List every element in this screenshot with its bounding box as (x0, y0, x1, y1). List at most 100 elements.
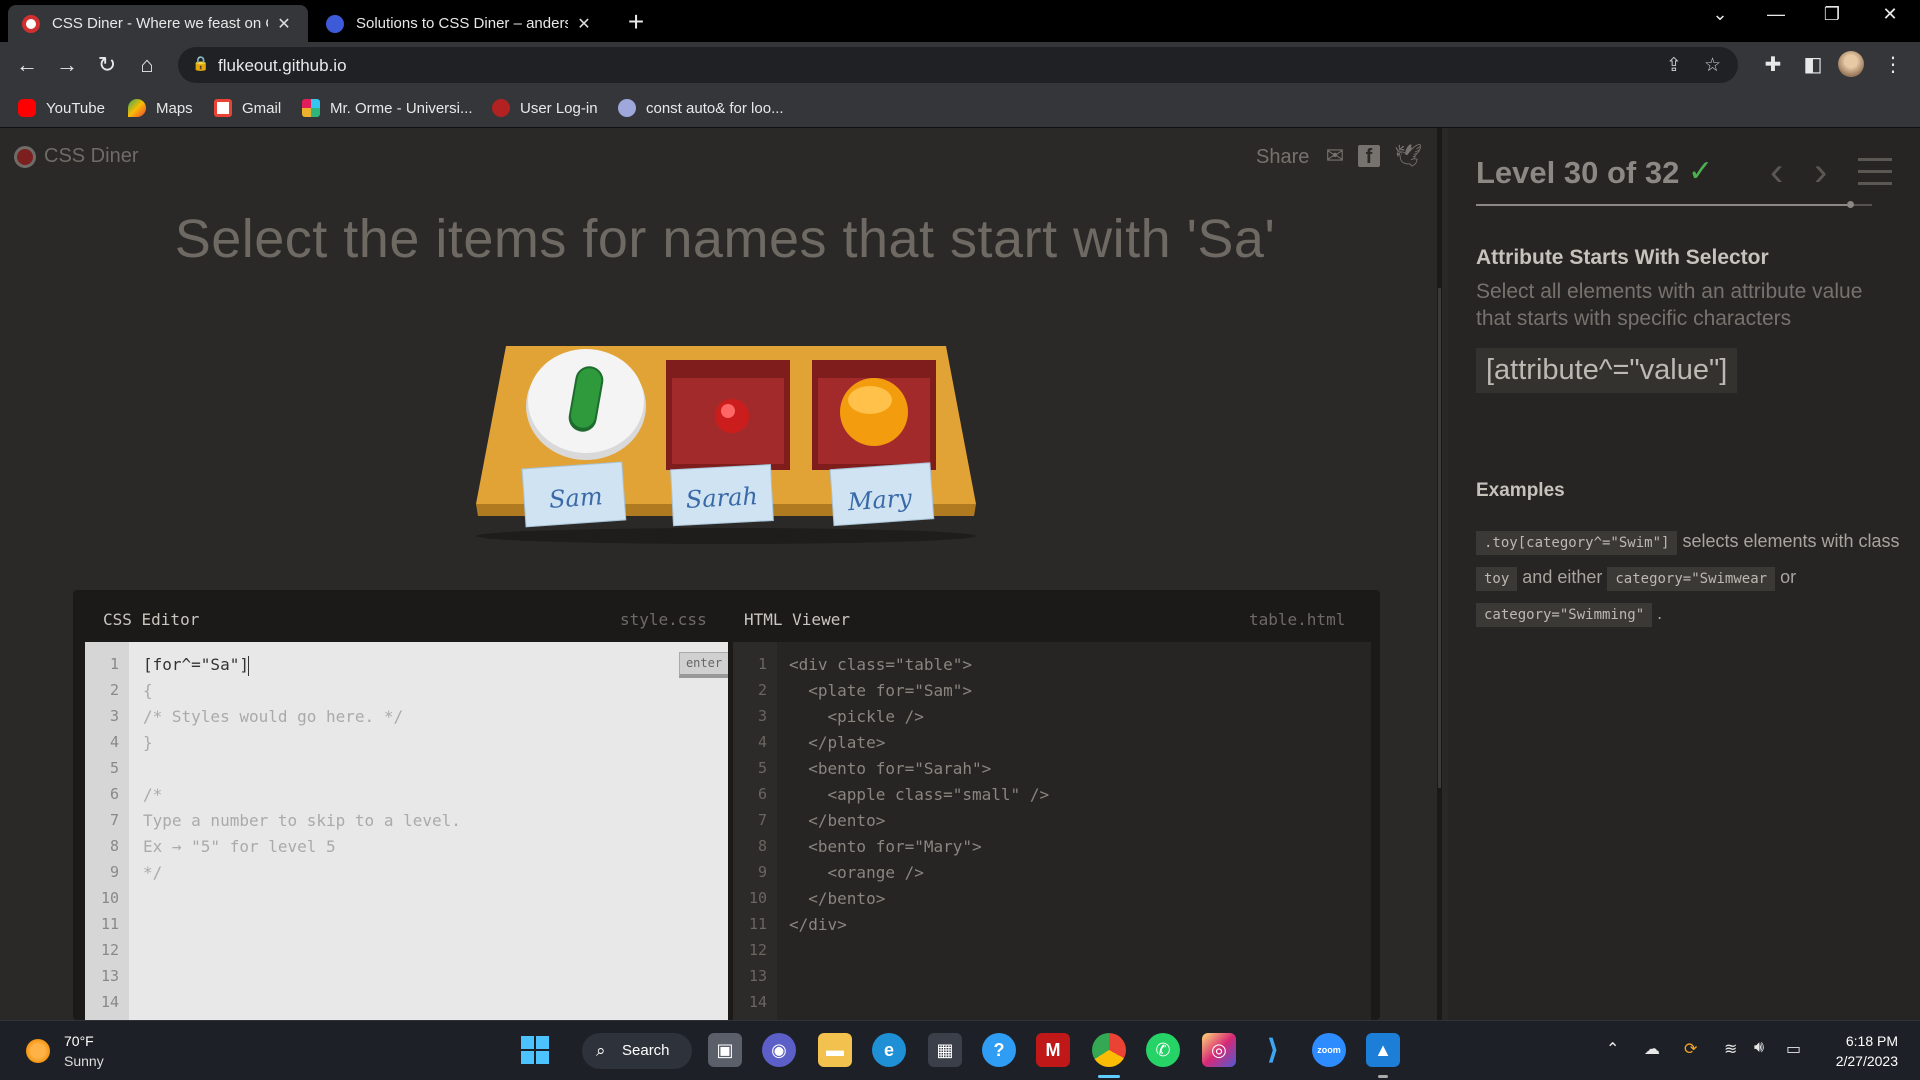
chrome-icon[interactable] (1092, 1033, 1126, 1067)
clock-date[interactable]: 2/27/2023 (1826, 1053, 1898, 1069)
tab-solutions[interactable]: Solutions to CSS Diner – andersje ✕ (312, 5, 608, 42)
panel-divider[interactable] (1437, 128, 1442, 1020)
vscode-icon[interactable]: ⟩ (1256, 1033, 1290, 1067)
show-hidden-icons-chevron[interactable]: ⌃ (1606, 1039, 1619, 1059)
html-code-line[interactable]: </div> (789, 915, 847, 934)
window-close-icon[interactable]: ✕ (1870, 4, 1910, 25)
microsoft-store-icon[interactable]: ▦ (928, 1033, 962, 1067)
bookmark-const-auto[interactable]: const auto& for loo... (618, 96, 784, 120)
html-code-line[interactable]: </plate> (789, 733, 885, 752)
restore-icon[interactable]: ❐ (1812, 4, 1852, 25)
bookmark-youtube[interactable]: YouTube (18, 96, 105, 120)
battery-icon[interactable]: ▭ (1786, 1039, 1801, 1059)
html-code-line[interactable]: </bento> (789, 889, 885, 908)
scrollbar-thumb[interactable] (1438, 288, 1441, 788)
close-tab-icon[interactable]: ✕ (574, 14, 594, 34)
css-code-line: Ex → "5" for level 5 (143, 837, 336, 856)
onedrive-cloud-icon[interactable]: ☁ (1644, 1039, 1660, 1059)
selector-syntax: [attribute^="value"] (1476, 348, 1738, 393)
html-code-line[interactable]: <plate for="Sam"> (789, 681, 972, 700)
windows-start-icon[interactable] (518, 1033, 552, 1067)
taskbar-search[interactable]: ⌕ Search (582, 1033, 692, 1069)
mcafee-icon[interactable]: M (1036, 1033, 1070, 1067)
volume-icon[interactable]: 🔊︎ (1754, 1039, 1764, 1057)
url-text: flukeout.github.io (218, 56, 347, 75)
zoom-icon[interactable]: zoom (1312, 1033, 1346, 1067)
line-number: 12 (748, 941, 767, 959)
example-text: .toy[category^="Swim"] selects elements … (1476, 524, 1906, 632)
line-number: 12 (100, 941, 119, 959)
css-code-line: /* (143, 785, 163, 804)
instagram-icon[interactable]: ◎ (1202, 1033, 1236, 1067)
weather-condition[interactable]: Sunny (64, 1053, 104, 1069)
bookmark-label: const auto& for loo... (646, 99, 784, 117)
edge-icon[interactable]: e (872, 1033, 906, 1067)
example-code: .toy[category^="Swim"] (1476, 531, 1678, 555)
css-input[interactable]: [for^="Sa"] (143, 655, 249, 674)
html-code-line[interactable]: </bento> (789, 811, 885, 830)
html-code-line[interactable]: <apple class="small" /> (789, 785, 1050, 804)
extensions-icon[interactable]: ✚ (1760, 52, 1786, 77)
selector-description: Select all elements with an attribute va… (1476, 280, 1863, 330)
level-menu-icon[interactable] (1858, 158, 1892, 194)
home-icon[interactable]: ⌂ (132, 50, 162, 80)
bookmark-star-icon[interactable]: ☆ (1704, 54, 1721, 77)
examples-heading: Examples (1476, 480, 1565, 501)
tab-title: Solutions to CSS Diner – andersje (356, 15, 568, 32)
file-explorer-icon[interactable]: ▬ (818, 1033, 852, 1067)
facebook-icon[interactable]: f (1358, 145, 1380, 168)
photos-icon[interactable]: ▲ (1366, 1033, 1400, 1067)
new-tab-button[interactable]: + (620, 6, 652, 38)
line-number: 3 (757, 707, 767, 725)
line-number: 9 (757, 863, 767, 881)
line-number: 4 (757, 733, 767, 751)
wifi-icon[interactable]: ≋ (1724, 1039, 1737, 1059)
tab-css-diner[interactable]: CSS Diner - Where we feast on C ✕ (8, 5, 308, 42)
tab-search-icon[interactable]: ⌄ (1700, 4, 1740, 25)
css-code-line: Type a number to skip to a level. (143, 811, 461, 830)
css-editor[interactable]: 1 2 3 4 5 6 7 8 9 10 11 12 13 14 [for^="… (85, 642, 728, 1020)
bookmark-gmail[interactable]: Gmail (214, 96, 281, 120)
share-page-icon[interactable]: ⇪ (1666, 54, 1682, 77)
gmail-icon (214, 99, 232, 117)
next-level-icon[interactable]: › (1814, 150, 1827, 195)
css-diner-logo[interactable]: CSS Diner (14, 145, 138, 168)
plate-name-sarah: Sarah (685, 482, 758, 514)
html-code-line[interactable]: <orange /> (789, 863, 924, 882)
forward-icon[interactable]: → (52, 50, 82, 80)
weather-temperature[interactable]: 70°F (64, 1033, 94, 1049)
html-code-line[interactable]: <bento for="Mary"> (789, 837, 981, 856)
level-complete-check-icon: ✓ (1688, 155, 1714, 188)
bookmark-maps[interactable]: Maps (128, 96, 193, 120)
back-icon[interactable]: ← (12, 50, 42, 80)
level-indicator: Level 30 of 32 (1476, 155, 1680, 190)
task-view-icon[interactable]: ▣ (708, 1033, 742, 1067)
enter-button[interactable]: enter (679, 652, 728, 678)
teams-chat-icon[interactable]: ◉ (762, 1033, 796, 1067)
html-code-line[interactable]: <bento for="Sarah"> (789, 759, 991, 778)
bookmark-user-login[interactable]: User Log-in (492, 96, 598, 120)
side-panel-icon[interactable]: ◧ (1800, 52, 1826, 77)
address-bar[interactable]: 🔒 flukeout.github.io ⇪ ☆ (178, 47, 1738, 83)
twitter-icon[interactable]: 🕊 (1394, 143, 1422, 169)
minimize-icon[interactable]: — (1756, 4, 1796, 25)
html-code-line[interactable]: <pickle /> (789, 707, 924, 726)
previous-level-icon[interactable]: ‹ (1770, 150, 1783, 195)
close-tab-icon[interactable]: ✕ (274, 14, 294, 34)
sun-icon[interactable] (26, 1039, 50, 1063)
line-number: 10 (100, 889, 119, 907)
clock-time[interactable]: 6:18 PM (1842, 1033, 1898, 1049)
css-code-line: /* Styles would go here. */ (143, 707, 404, 726)
dining-table: Sam Sarah Mary (476, 346, 976, 551)
reload-icon[interactable]: ↻ (92, 50, 122, 80)
html-code-line[interactable]: <div class="table"> (789, 655, 972, 674)
bookmark-slack[interactable]: Mr. Orme - Universi... (302, 96, 473, 120)
email-icon[interactable]: ✉ (1322, 143, 1348, 169)
get-help-icon[interactable]: ? (982, 1033, 1016, 1067)
whatsapp-icon[interactable]: ✆ (1146, 1033, 1180, 1067)
profile-avatar[interactable] (1838, 51, 1864, 77)
browser-toolbar: ← → ↻ ⌂ 🔒 flukeout.github.io ⇪ ☆ ✚ ◧ ⋮ (0, 42, 1920, 88)
sync-icon[interactable]: ⟳ (1684, 1039, 1697, 1059)
youtube-icon (18, 99, 36, 117)
chrome-menu-icon[interactable]: ⋮ (1880, 52, 1906, 77)
